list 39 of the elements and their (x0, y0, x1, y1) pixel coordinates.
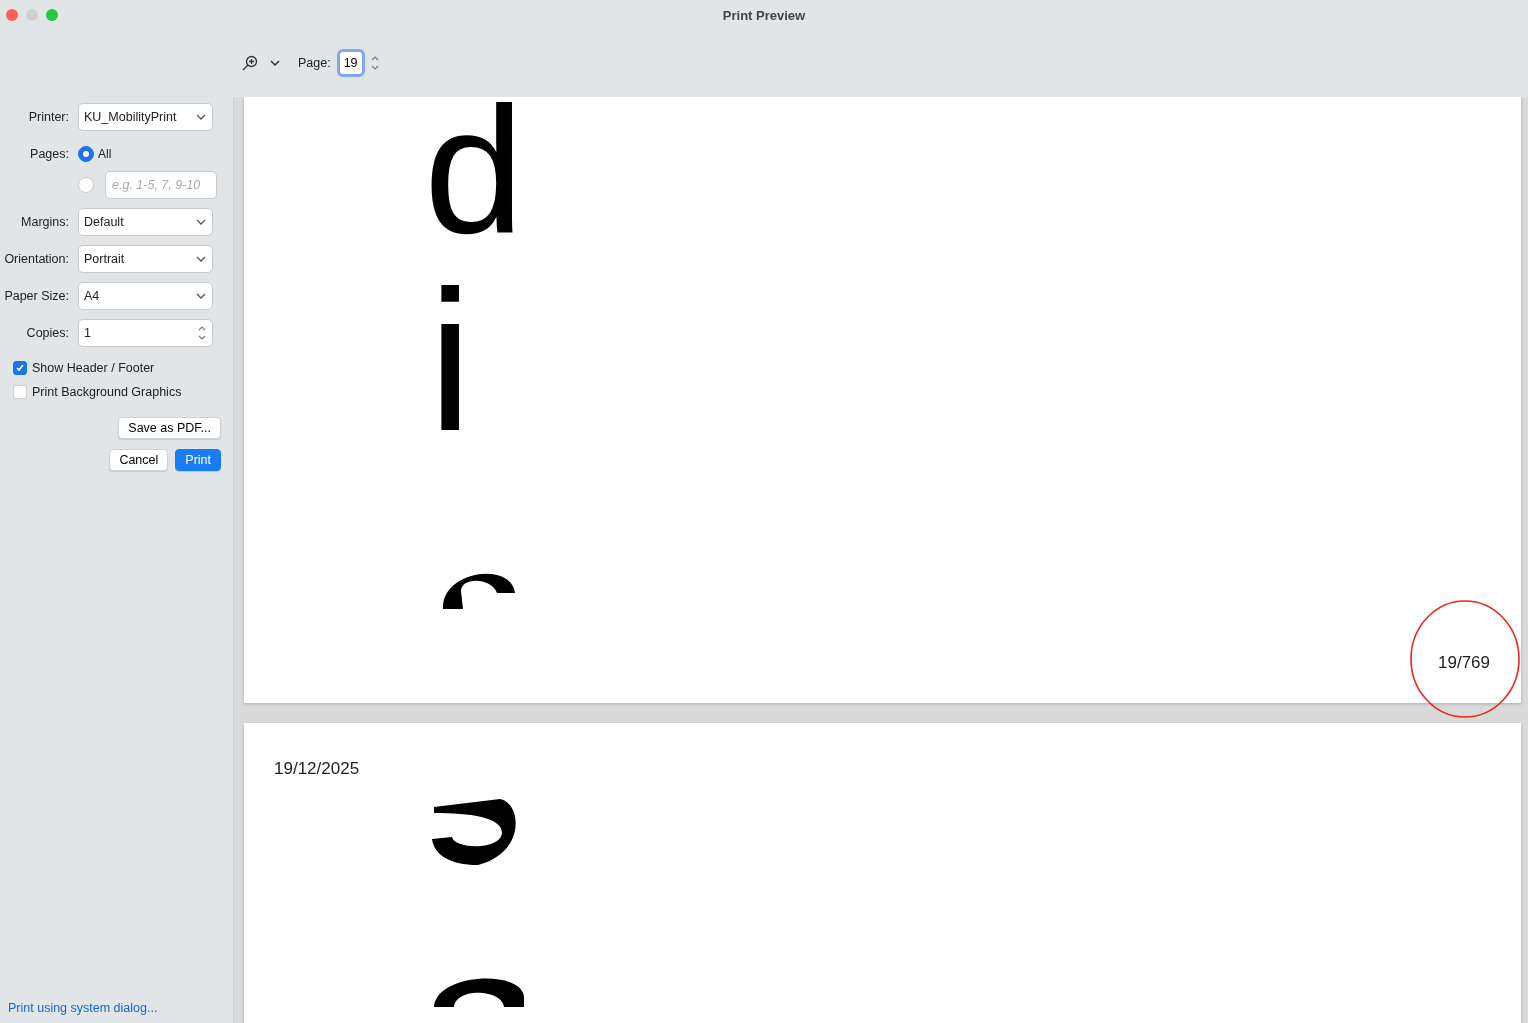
radio-label[interactable]: All (98, 147, 112, 161)
field-label: Margins: (20, 215, 70, 229)
close-button[interactable] (6, 9, 18, 21)
checkbox[interactable] (13, 361, 27, 375)
chevron-down-icon[interactable] (270, 59, 280, 66)
cancel-button[interactable]: Cancel (109, 449, 169, 471)
copies-stepper-field[interactable]: 1 (78, 319, 213, 347)
dropdown[interactable]: Portrait (78, 245, 213, 273)
radio-button[interactable] (78, 146, 94, 162)
page-number-field[interactable]: 19 (336, 48, 365, 77)
chevron-down-icon (196, 114, 206, 120)
field-label: Paper Size: (3, 289, 70, 303)
window-title: Print Preview (722, 8, 806, 23)
checkbox-label[interactable]: Print Background Graphics (32, 385, 182, 399)
field-label: Pages: (29, 147, 70, 161)
zoom-button[interactable] (46, 9, 58, 21)
system-dialog-link[interactable]: Print using system dialog... (0, 1001, 221, 1023)
zoom-in-icon[interactable] (242, 54, 258, 71)
checkbox[interactable] (13, 385, 27, 399)
page-range-field[interactable]: e.g. 1-5, 7, 9-10 (105, 171, 217, 199)
chevron-down-icon (196, 256, 206, 262)
chevron-down-icon (196, 293, 206, 299)
dropdown[interactable]: Default (78, 208, 213, 236)
field-label: Printer: (27, 110, 70, 124)
page-number: 19/769 (1438, 653, 1490, 673)
print-button[interactable]: Print (175, 449, 221, 471)
dropdown[interactable]: A4 (78, 282, 213, 310)
dropdown[interactable]: KU_MobilityPrint (78, 103, 213, 131)
page-letter: d (424, 97, 526, 261)
page-date: 19/12/2025 (274, 759, 360, 778)
field-label: Orientation: (3, 252, 70, 266)
save-pdf-button[interactable]: Save as PDF... (118, 417, 221, 439)
checkbox-label[interactable]: Show Header / Footer (32, 361, 155, 375)
chevron-down-icon (196, 219, 206, 225)
stepper-arrows-icon[interactable] (198, 324, 206, 342)
field-label: Copies: (25, 326, 70, 340)
page-label: Page: (298, 55, 331, 70)
radio-button[interactable] (78, 177, 94, 193)
page-letter: i (427, 261, 474, 461)
